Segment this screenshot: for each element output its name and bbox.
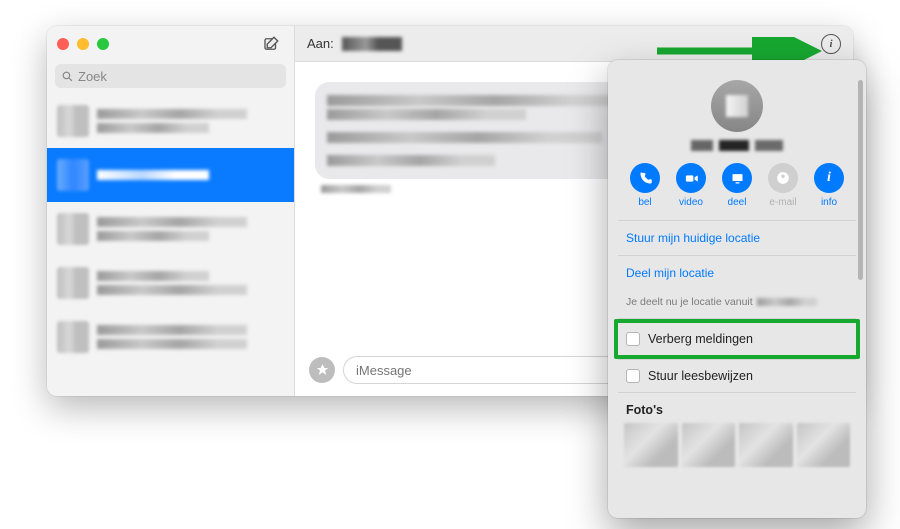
share-location-link[interactable]: Deel mijn locatie — [618, 256, 856, 290]
email-button: e-mail — [762, 163, 804, 208]
conversation-list — [47, 94, 294, 396]
video-icon — [684, 171, 699, 186]
search-input[interactable]: Zoek — [55, 64, 286, 88]
avatar — [57, 321, 89, 353]
conversation-item[interactable] — [47, 310, 294, 364]
contact-name-redacted — [618, 140, 856, 151]
compose-button[interactable] — [258, 34, 284, 54]
send-current-location-link[interactable]: Stuur mijn huidige locatie — [618, 221, 856, 255]
mail-icon — [776, 171, 790, 185]
avatar — [57, 267, 89, 299]
annotation-highlight: Verberg meldingen — [614, 319, 860, 359]
contact-avatar[interactable] — [711, 80, 763, 132]
message-timestamp — [321, 185, 651, 196]
search-icon — [61, 70, 74, 83]
photo-thumbnail[interactable] — [797, 423, 851, 467]
hide-notifications-checkbox[interactable] — [626, 332, 640, 346]
conversation-item[interactable] — [47, 202, 294, 256]
send-read-receipts-label: Stuur leesbewijzen — [648, 369, 753, 383]
info-button[interactable]: i info — [808, 163, 850, 208]
recipient-redacted — [342, 37, 402, 51]
location-sharing-status: Je deelt nu je locatie vanuit — [618, 290, 856, 318]
photo-thumbnail[interactable] — [739, 423, 793, 467]
minimize-window-button[interactable] — [77, 38, 89, 50]
sidebar: Zoek — [47, 26, 295, 396]
send-read-receipts-checkbox[interactable] — [626, 369, 640, 383]
appstore-icon — [315, 363, 330, 378]
photo-thumbnail[interactable] — [682, 423, 736, 467]
info-icon: i — [827, 170, 831, 186]
avatar — [57, 213, 89, 245]
photos-section-title: Foto's — [618, 393, 856, 423]
conversation-item-selected[interactable] — [47, 148, 294, 202]
details-popover: bel video deel e-mail i info Stuur mijn … — [608, 60, 866, 518]
share-icon — [730, 171, 745, 186]
zoom-window-button[interactable] — [97, 38, 109, 50]
details-info-button[interactable]: i — [821, 34, 841, 54]
avatar — [57, 105, 89, 137]
contact-actions-row: bel video deel e-mail i info — [618, 163, 856, 221]
phone-icon — [638, 171, 653, 186]
conversation-item[interactable] — [47, 256, 294, 310]
window-controls — [57, 38, 109, 50]
popover-scrollbar[interactable] — [858, 80, 863, 508]
hide-notifications-row[interactable]: Verberg meldingen — [618, 323, 856, 355]
conversation-item[interactable] — [47, 94, 294, 148]
incoming-message-bubble — [315, 82, 645, 179]
screen-share-button[interactable]: deel — [716, 163, 758, 208]
close-window-button[interactable] — [57, 38, 69, 50]
avatar — [57, 159, 89, 191]
to-label: Aan: — [307, 36, 334, 51]
send-read-receipts-row[interactable]: Stuur leesbewijzen — [618, 360, 856, 392]
hide-notifications-label: Verberg meldingen — [648, 332, 753, 346]
titlebar — [47, 26, 294, 62]
search-placeholder: Zoek — [78, 69, 107, 84]
apps-button[interactable] — [309, 357, 335, 383]
video-button[interactable]: video — [670, 163, 712, 208]
call-button[interactable]: bel — [624, 163, 666, 208]
photo-thumbnail[interactable] — [624, 423, 678, 467]
photos-grid — [618, 423, 856, 467]
conversation-header: Aan: i — [295, 26, 853, 62]
